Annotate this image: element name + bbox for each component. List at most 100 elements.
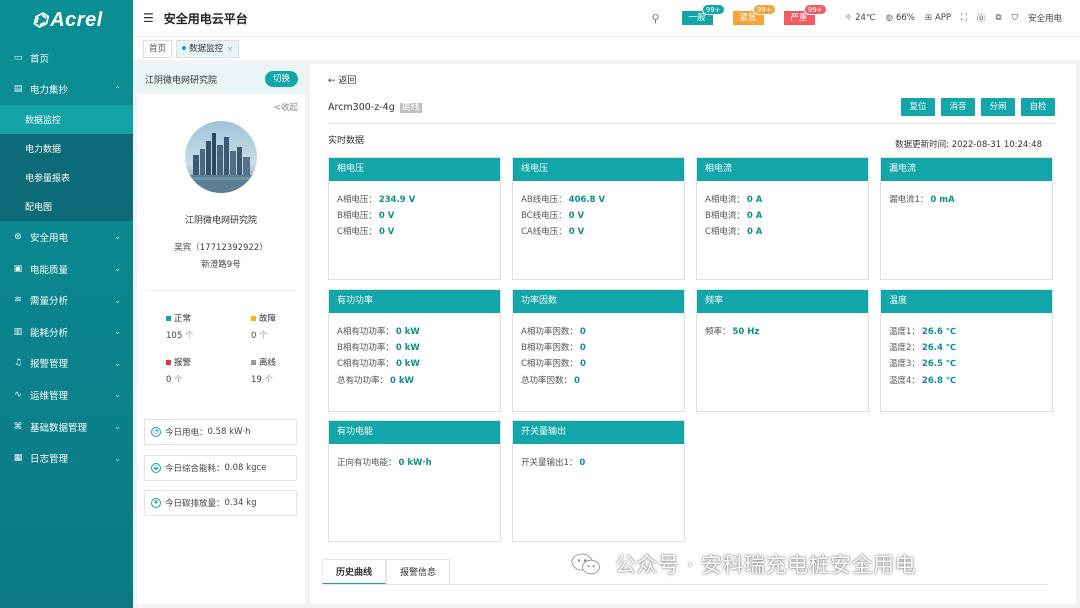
- address: 新澄路9号: [201, 260, 241, 270]
- card-line-voltage: 线电压 AB线电压： 406.8 V BC线电压： 0 V CA线电压： 0 V: [512, 157, 685, 280]
- data-row: A相有功功率： 0 kW: [337, 327, 420, 337]
- reset-button[interactable]: 复位: [901, 98, 935, 116]
- switch-button[interactable]: 切换: [264, 71, 298, 87]
- card-title: 相电流: [697, 158, 868, 181]
- data-row: C相有功功率： 0 kW: [337, 359, 420, 370]
- menu-toggle-icon[interactable]: ☰: [143, 11, 154, 25]
- card-temperature: 温度 温度1： 26.6 ℃ 温度2： 26.4 ℃ 温度3： 26.5 ℃ 温度4：…: [880, 289, 1053, 412]
- nodes-icon: ⌘: [13, 421, 23, 432]
- chevron-down-icon: ⌄: [114, 422, 121, 432]
- chevron-up-icon: ⌃: [114, 84, 121, 94]
- data-row: C相电压： 0 V: [337, 227, 395, 238]
- realtime-label: 实时数据: [328, 136, 365, 146]
- user-name[interactable]: 安全用电: [1028, 12, 1062, 24]
- data-row: 开关量输出1： 0: [521, 458, 586, 468]
- sun-icon: ☼: [844, 13, 853, 23]
- card-phase-current: 相电流 A相电流： 0 A B相电流： 0 A C相电流： 0 A: [696, 157, 869, 280]
- gauge-icon: ◒: [151, 463, 161, 473]
- submenu: 数据监控 电力数据 电参量报表 配电图: [0, 105, 133, 222]
- card-title: 有功功率: [329, 290, 500, 313]
- data-row: 温度4： 26.8 ℃: [889, 375, 957, 386]
- watermark: 公众号 · 安科瑞充电桩安全用电: [571, 549, 916, 579]
- chevron-down-icon: ⌄: [114, 295, 121, 305]
- card-title: 温度: [881, 290, 1052, 313]
- close-icon[interactable]: ×: [227, 45, 233, 53]
- contact-info: 吴宾（17712392922）: [174, 243, 268, 253]
- tab-home[interactable]: 首页: [143, 39, 173, 58]
- card-title: 线电压: [513, 158, 684, 181]
- card-active-energy: 有功电能 正向有功电能： 0 kW·h: [328, 420, 501, 542]
- app-link[interactable]: ⊞ APP: [925, 13, 951, 23]
- sidebar-item-basedata[interactable]: ⌘ 基础数据管理 ⌄: [0, 411, 133, 443]
- sidebar-subitem-distribution-diagram[interactable]: 配电图: [0, 192, 133, 221]
- chevron-down-icon: ⌄: [114, 327, 121, 337]
- leaf-icon: ❦: [151, 498, 161, 508]
- selftest-button[interactable]: 自检: [1021, 98, 1055, 116]
- data-row: B相有功功率： 0 kW: [337, 343, 420, 354]
- shirt-icon[interactable]: ⛉: [1012, 13, 1018, 23]
- divider: [147, 290, 297, 291]
- sidebar-item-power-quality[interactable]: ▣ 电能质量 ⌄: [0, 253, 133, 285]
- data-row: 温度3： 26.5 ℃: [889, 359, 957, 370]
- card-switch-output: 开关量输出 开关量输出1： 0: [512, 420, 685, 542]
- search-icon[interactable]: ⚲: [651, 12, 659, 25]
- sidebar-item-energy[interactable]: ▥ 能耗分析 ⌄: [0, 316, 133, 348]
- quality-icon: ▣: [13, 263, 23, 274]
- fullscreen-icon[interactable]: ⛶: [961, 13, 967, 23]
- alarm-normal-badge[interactable]: 一般 99+: [681, 4, 725, 25]
- trip-button[interactable]: 分闸: [981, 98, 1015, 116]
- chevron-down-icon: ⌄: [114, 264, 121, 274]
- data-row: AB线电压： 406.8 V: [521, 195, 606, 205]
- mute-button[interactable]: 消音: [941, 98, 975, 116]
- alarm-count: 99+: [701, 4, 725, 15]
- data-row: A相电压： 234.9 V: [337, 195, 416, 205]
- translate-icon[interactable]: ⧉: [996, 13, 1002, 23]
- sidebar-item-log[interactable]: ▦ 日志管理 ⌄: [0, 442, 133, 474]
- stat-offline: 离线 19 个: [251, 358, 277, 385]
- arrow-left-icon: ←: [328, 76, 336, 86]
- collapse-link[interactable]: <收起: [274, 101, 298, 113]
- sidebar-item-home[interactable]: ▭ 首页: [0, 42, 133, 74]
- chevron-down-icon: ⌄: [114, 232, 121, 242]
- humidity: ◍ 66%: [885, 13, 915, 23]
- sidebar-subitem-power-data[interactable]: 电力数据: [0, 134, 133, 163]
- sidebar-item-meter-reading[interactable]: ▤ 电力集抄 ⌃: [0, 74, 133, 106]
- sidebar-subitem-param-report[interactable]: 电参量报表: [0, 163, 133, 192]
- help-icon[interactable]: ⓪: [977, 12, 986, 24]
- data-row: B相功率因数： 0: [521, 343, 586, 354]
- card-frequency: 频率 频率： 50 Hz: [696, 289, 869, 412]
- tab-history-curve[interactable]: 历史曲线: [322, 559, 387, 585]
- divider: [322, 584, 1048, 585]
- site-avatar: [185, 121, 257, 193]
- data-row: 正向有功电能： 0 kW·h: [337, 458, 432, 468]
- status-badge: 离线: [399, 103, 422, 113]
- alarm-count: 99+: [752, 4, 776, 15]
- sidebar-item-demand[interactable]: ≋ 需量分析 ⌄: [0, 284, 133, 316]
- stat-fault: 故障 0 个: [251, 314, 277, 341]
- tab-bar: 首页 数据监控 ×: [133, 36, 1080, 60]
- alarm-urgent-badge[interactable]: 紧急 99+: [732, 4, 776, 25]
- tab-data-monitor[interactable]: 数据监控 ×: [176, 39, 239, 58]
- sidebar-subitem-data-monitor[interactable]: 数据监控: [0, 105, 133, 135]
- card-title: 功率因数: [513, 290, 684, 313]
- status-square-icon: [166, 316, 171, 321]
- chevron-down-icon: ⌄: [114, 453, 121, 463]
- sidebar-item-safety[interactable]: ⊛ 安全用电 ⌄: [0, 221, 133, 253]
- data-row: A相功率因数： 0: [521, 327, 586, 337]
- sidebar-item-maintenance[interactable]: ∿ 运维管理 ⌄: [0, 379, 133, 411]
- active-dot: [182, 46, 187, 50]
- city-skyline-icon: [185, 121, 257, 193]
- action-buttons: 复位 消音 分闸 自检: [895, 98, 1055, 116]
- card-title: 漏电流: [881, 158, 1052, 181]
- alarm-severe-badge[interactable]: 严重 99+: [783, 4, 827, 25]
- clock-icon: ◔: [151, 427, 161, 437]
- chevron-down-icon: ⌄: [114, 390, 121, 400]
- device-title: Arcm300-z-4g 离线: [328, 102, 422, 113]
- divider: [328, 123, 1055, 124]
- stat-alarm: 报警 0 个: [166, 358, 192, 385]
- tab-alarm-info[interactable]: 报警信息: [386, 559, 451, 585]
- sidebar-item-alarm[interactable]: ♫ 报警管理 ⌄: [0, 348, 133, 380]
- back-link[interactable]: ← 返回: [328, 73, 356, 86]
- summary-electricity: ◔ 今日用电： 0.58 kW·h: [144, 419, 297, 445]
- alarm-count: 99+: [803, 4, 827, 15]
